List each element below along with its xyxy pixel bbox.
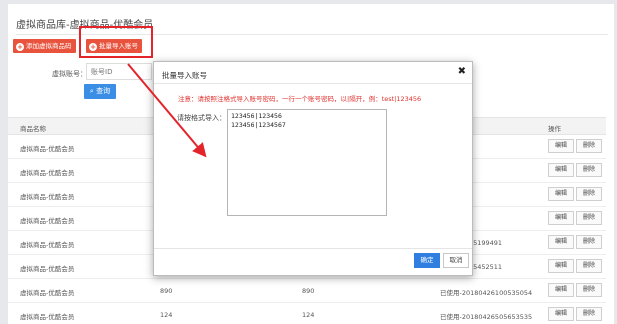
account-label: 虚拟账号： <box>52 70 87 78</box>
row-product-name: 虚拟商品-优酷会员 <box>20 217 75 225</box>
cancel-button[interactable]: 取消 <box>443 253 469 268</box>
modal-title: 批量导入账号 <box>162 71 207 80</box>
delete-button[interactable]: 删除 <box>576 259 602 273</box>
row-status: 已使用-20180426100535054 <box>440 289 533 297</box>
import-notice: 注意：请按照注格式导入账号密码，一行一个账号密码，以|隔开，例：test|123… <box>178 95 422 103</box>
row-product-name: 虚拟商品-优酷会员 <box>20 193 75 201</box>
query-button[interactable]: ⌕ 查询 <box>84 84 116 99</box>
close-icon[interactable]: ✖ <box>458 66 466 77</box>
modal-footer-divider <box>154 248 472 249</box>
edit-button[interactable]: 编辑 <box>548 283 574 297</box>
edit-button[interactable]: 编辑 <box>548 307 574 321</box>
account-input[interactable] <box>86 63 152 80</box>
row-product-name: 虚拟商品-优酷会员 <box>20 145 75 153</box>
edit-button[interactable]: 编辑 <box>548 187 574 201</box>
row-product-name: 虚拟商品-优酷会员 <box>20 289 75 297</box>
edit-button[interactable]: 编辑 <box>548 139 574 153</box>
delete-button[interactable]: 删除 <box>576 307 602 321</box>
row-product-name: 虚拟商品-优酷会员 <box>20 265 75 273</box>
edit-button[interactable]: 编辑 <box>548 163 574 177</box>
delete-button[interactable]: 删除 <box>576 211 602 225</box>
row-status: 已使用-20180426505653535 <box>440 313 533 321</box>
row-product-name: 虚拟商品-优酷会员 <box>20 313 75 321</box>
query-label: 查询 <box>96 87 111 95</box>
row-col-3: 124 <box>302 311 315 319</box>
page-background: 虚拟商品库-虚拟商品-优酷会员 +添加虚拟商品码 +批量导入账号 虚拟账号： ⌕… <box>0 0 617 324</box>
delete-button[interactable]: 删除 <box>576 163 602 177</box>
add-code-button[interactable]: + 添加虚拟商品码 <box>13 39 76 53</box>
import-modal: 批量导入账号 ✖ 注意：请按照注格式导入账号密码，一行一个账号密码，以|隔开，例… <box>153 61 473 276</box>
row-col-2: 124 <box>160 311 173 319</box>
delete-button[interactable]: 删除 <box>576 283 602 297</box>
delete-button[interactable]: 删除 <box>576 187 602 201</box>
plus-icon: + <box>16 43 24 51</box>
table-row: 虚拟商品-优酷会员 124 124 已使用-20180426505653535 编辑 删除 <box>8 303 606 324</box>
modal-header: 批量导入账号 ✖ <box>154 62 472 84</box>
header-name: 商品名称 <box>20 125 46 133</box>
row-col-2: 890 <box>160 287 173 295</box>
edit-button[interactable]: 编辑 <box>548 211 574 225</box>
edit-button[interactable]: 编辑 <box>548 259 574 273</box>
table-row: 虚拟商品-优酷会员 890 890 已使用-20180426100535054 编辑 删除 <box>8 279 606 303</box>
row-col-3: 890 <box>302 287 315 295</box>
row-product-name: 虚拟商品-优酷会员 <box>20 169 75 177</box>
add-code-label: 添加虚拟商品码 <box>26 42 72 50</box>
delete-button[interactable]: 删除 <box>576 139 602 153</box>
highlight-box <box>79 26 153 58</box>
import-field-label: 请按格式导入： <box>177 114 226 122</box>
import-textarea[interactable]: 123456|123456 123456|1234567 <box>227 109 387 216</box>
confirm-button[interactable]: 确定 <box>414 253 440 268</box>
edit-button[interactable]: 编辑 <box>548 235 574 249</box>
search-icon: ⌕ <box>89 87 94 95</box>
header-actions: 操作 <box>548 125 561 133</box>
delete-button[interactable]: 删除 <box>576 235 602 249</box>
row-product-name: 虚拟商品-优酷会员 <box>20 241 75 249</box>
